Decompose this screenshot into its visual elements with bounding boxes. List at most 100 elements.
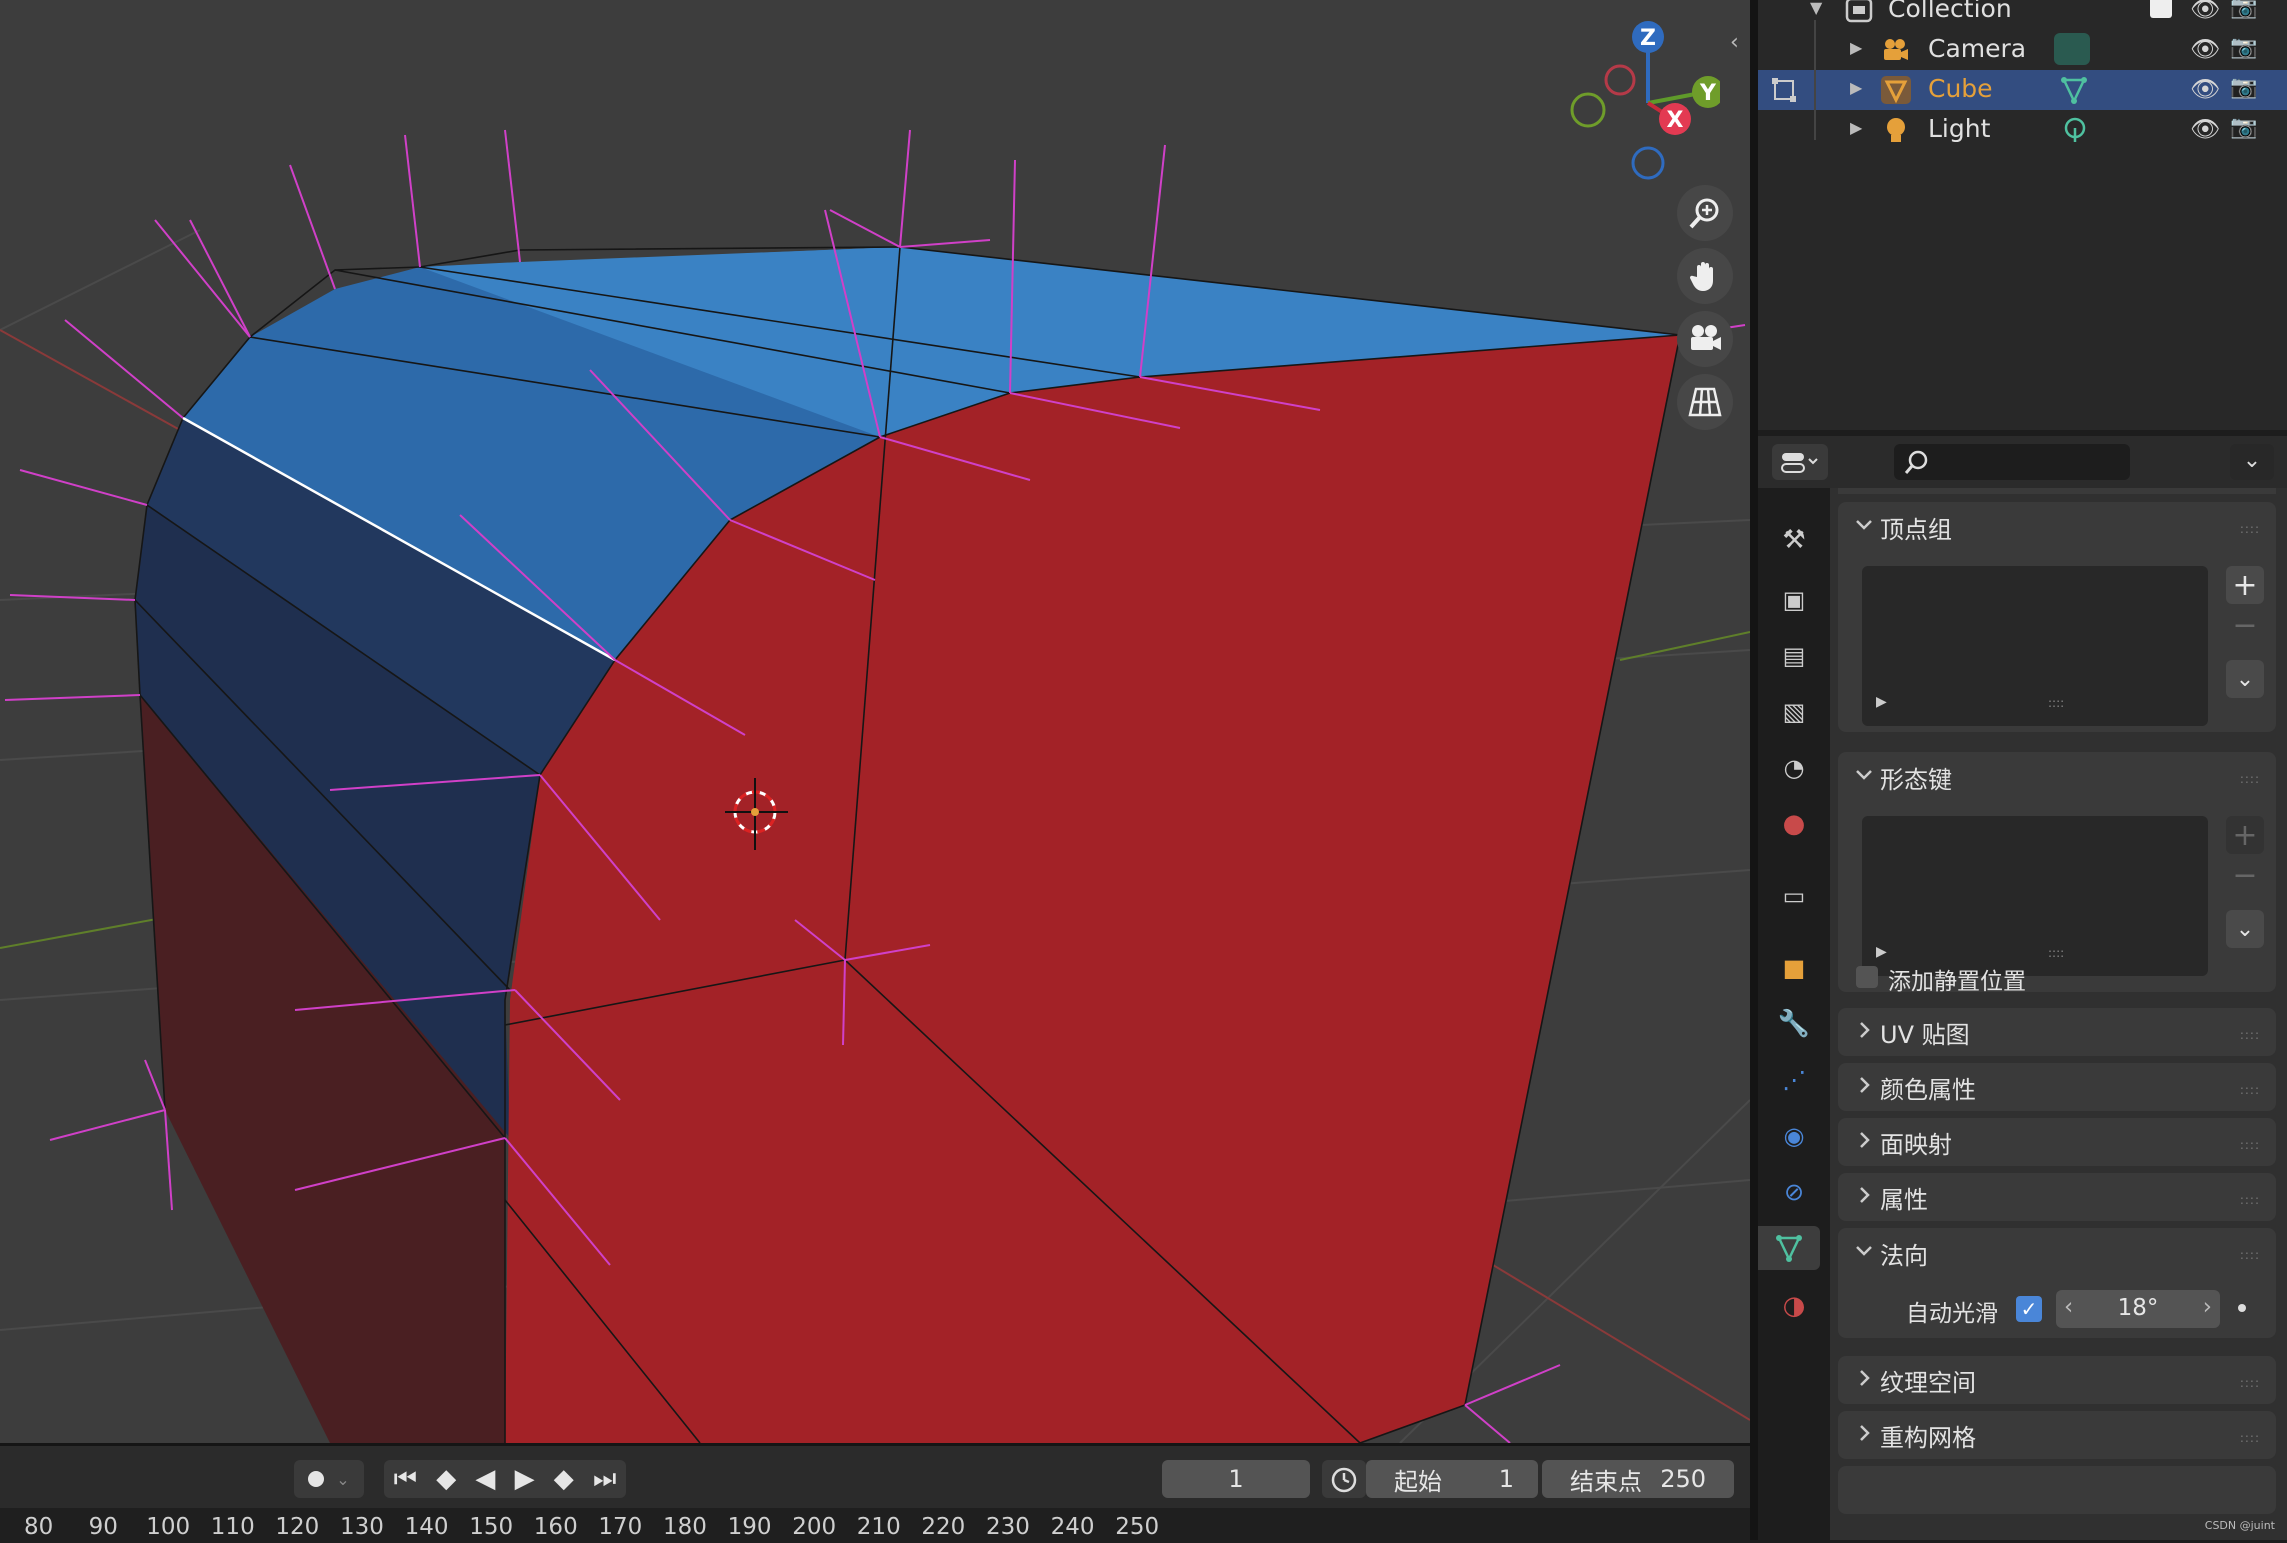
edit-mode-icon[interactable]	[1770, 76, 1800, 104]
render-camera-icon[interactable]: 📷	[2230, 35, 2260, 65]
tab-material[interactable]: ◑	[1772, 1284, 1816, 1328]
projection-toggle-button[interactable]	[1677, 374, 1733, 430]
ruler-tick-label: 250	[1115, 1514, 1160, 1540]
tab-constraints[interactable]: ⊘	[1772, 1170, 1816, 1214]
outliner-row-light[interactable]: ▶ Light 👁 📷	[1758, 110, 2287, 150]
editor-type-button[interactable]	[1772, 444, 1828, 480]
panel-texture-space[interactable]: 纹理空间::::	[1838, 1356, 2276, 1404]
vertex-group-menu-button[interactable]: ⌄	[2226, 660, 2264, 698]
increment-arrow-icon[interactable]: ›	[2203, 1294, 2212, 1320]
expand-arrow-icon[interactable]: ▶	[1850, 118, 1862, 137]
auto-smooth-angle-field[interactable]: ‹ 18° ›	[2056, 1290, 2220, 1328]
drag-grip-icon[interactable]: ::::	[2240, 1028, 2260, 1042]
add-rest-position-checkbox[interactable]	[1856, 966, 1878, 988]
eye-icon[interactable]: 👁	[2190, 115, 2220, 145]
shape-key-list[interactable]: ▶ ::::	[1862, 816, 2208, 976]
drag-grip-icon[interactable]: ::::	[2240, 1431, 2260, 1445]
light-data-icon[interactable]	[2062, 116, 2088, 144]
tab-collection[interactable]: ▭	[1772, 874, 1816, 918]
options-dropdown[interactable]: ⌄	[2230, 444, 2274, 480]
tab-scene[interactable]: ◔	[1772, 746, 1816, 790]
drag-grip-icon[interactable]: ::::	[2240, 522, 2260, 536]
vertex-group-list[interactable]: ▶ ::::	[1862, 566, 2208, 726]
jump-end-icon[interactable]: ⏭	[593, 1464, 616, 1495]
3d-viewport[interactable]: Z Y X ‹	[0, 0, 1750, 1443]
expand-arrow-icon[interactable]: ▶	[1850, 78, 1862, 97]
plus-icon: +	[2232, 817, 2258, 853]
tab-object[interactable]: ■	[1772, 946, 1816, 990]
ruler-tick-label: 200	[792, 1514, 837, 1540]
jump-start-icon[interactable]: ⏮	[394, 1464, 417, 1495]
drag-grip-icon[interactable]: ::::	[2240, 1248, 2260, 1262]
end-frame-field[interactable]: 结束点 250	[1542, 1460, 1734, 1498]
pan-button[interactable]	[1677, 248, 1733, 304]
navigation-gizmo[interactable]: Z Y X	[1560, 15, 1720, 185]
tab-mesh-data[interactable]	[1758, 1226, 1820, 1270]
properties-tabs: ⚒ ▣ ▤ ▧ ◔ ● ▭ ■ 🔧 ⋰ ◉ ⊘ ◑	[1758, 488, 1830, 1540]
panel-header[interactable]: 顶点组 ::::	[1838, 502, 2276, 552]
panel-uv-maps[interactable]: UV 贴图::::	[1838, 1008, 2276, 1056]
auto-smooth-checkbox[interactable]: ✓	[2016, 1296, 2042, 1322]
drag-grip-icon[interactable]: ::::	[2240, 1138, 2260, 1152]
panel-next[interactable]	[1838, 1466, 2276, 1514]
tab-physics[interactable]: ◉	[1772, 1114, 1816, 1158]
add-shape-key-button[interactable]: +	[2226, 816, 2264, 854]
tab-tool[interactable]: ⚒	[1772, 518, 1816, 562]
render-camera-icon[interactable]: 📷	[2230, 75, 2260, 105]
panel-attributes[interactable]: 属性::::	[1838, 1173, 2276, 1221]
tab-particles[interactable]: ⋰	[1772, 1058, 1816, 1102]
remove-shape-key-button[interactable]: −	[2226, 856, 2264, 894]
tab-output[interactable]: ▤	[1772, 634, 1816, 678]
outliner-collection-row[interactable]: ▼ Collection 👁 📷	[1758, 0, 2287, 30]
tab-view-layer[interactable]: ▧	[1772, 690, 1816, 734]
remove-vertex-group-button[interactable]: −	[2226, 606, 2264, 644]
render-camera-icon[interactable]: 📷	[2230, 0, 2260, 25]
render-camera-icon[interactable]: 📷	[2230, 115, 2260, 145]
expand-arrow-icon[interactable]: ▼	[1810, 0, 1822, 17]
resize-grip-icon[interactable]: ::::	[2048, 946, 2064, 960]
next-keyframe-icon[interactable]: ◆	[554, 1464, 574, 1494]
prev-keyframe-icon[interactable]: ◆	[436, 1464, 456, 1494]
start-frame-field[interactable]: 起始 1	[1366, 1460, 1538, 1498]
expand-arrow-icon[interactable]: ▶	[1876, 694, 1887, 710]
drag-grip-icon[interactable]: ::::	[2240, 772, 2260, 786]
drag-grip-icon[interactable]: ::::	[2240, 1083, 2260, 1097]
tab-world[interactable]: ●	[1772, 802, 1816, 846]
camera-view-button[interactable]	[1677, 311, 1733, 367]
add-vertex-group-button[interactable]: +	[2226, 566, 2264, 604]
panel-color-attributes[interactable]: 颜色属性::::	[1838, 1063, 2276, 1111]
sidebar-toggle-icon[interactable]: ‹	[1730, 30, 1750, 60]
eye-icon[interactable]: 👁	[2190, 35, 2220, 65]
mesh-data-icon[interactable]	[2058, 75, 2090, 105]
search-input[interactable]	[1894, 444, 2130, 480]
area-divider[interactable]	[1750, 0, 1758, 1540]
eye-icon[interactable]: 👁	[2190, 0, 2220, 25]
collection-checkbox[interactable]	[2150, 0, 2172, 18]
keyframe-dot-icon[interactable]	[2238, 1304, 2246, 1312]
panel-face-maps[interactable]: 面映射::::	[1838, 1118, 2276, 1166]
play-icon[interactable]: ▶	[515, 1464, 535, 1494]
resize-grip-icon[interactable]: ::::	[2048, 696, 2064, 710]
camera-data-icon[interactable]	[2054, 33, 2090, 65]
tab-modifiers[interactable]: 🔧	[1772, 1002, 1816, 1046]
tab-render[interactable]: ▣	[1772, 578, 1816, 622]
record-button[interactable]: ⌄	[294, 1460, 364, 1498]
panel-header[interactable]: 形态键 ::::	[1838, 752, 2276, 802]
panel-header[interactable]: 法向 ::::	[1838, 1228, 2276, 1278]
current-frame-field[interactable]: 1	[1162, 1460, 1310, 1498]
shape-key-menu-button[interactable]: ⌄	[2226, 910, 2264, 948]
drag-grip-icon[interactable]: ::::	[2240, 1193, 2260, 1207]
mesh-scene[interactable]	[0, 0, 1750, 1443]
frame-rate-clock-button[interactable]	[1322, 1460, 1366, 1498]
frame-ruler[interactable]: 80 90 100 110 120 130 140 150 160 170 180 190 200 210…	[0, 1508, 1750, 1543]
outliner-row-cube[interactable]: ▶ Cube 👁 📷	[1758, 70, 2287, 110]
expand-arrow-icon[interactable]: ▶	[1850, 38, 1862, 57]
play-reverse-icon[interactable]: ◀	[475, 1464, 495, 1494]
panel-remesh[interactable]: 重构网格::::	[1838, 1411, 2276, 1459]
drag-grip-icon[interactable]: ::::	[2240, 1376, 2260, 1390]
zoom-button[interactable]	[1677, 185, 1733, 241]
expand-arrow-icon[interactable]: ▶	[1876, 944, 1887, 960]
chevron-down-icon: ⌄	[2242, 448, 2262, 473]
outliner-row-camera[interactable]: ▶ Camera 👁 📷	[1758, 30, 2287, 70]
eye-icon[interactable]: 👁	[2190, 75, 2220, 105]
